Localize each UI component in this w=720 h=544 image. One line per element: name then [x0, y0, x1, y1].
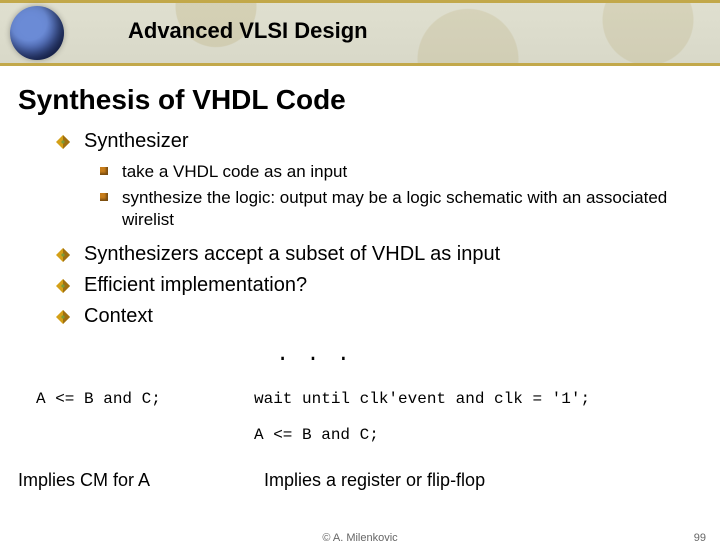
bullet-text: Synthesizer [84, 130, 189, 152]
footer-author: © A. Milenkovic [322, 532, 397, 544]
subbullet-synth-logic: synthesize the logic: output may be a lo… [40, 187, 690, 231]
globe-icon [10, 6, 64, 60]
bullet-text: Context [84, 305, 153, 327]
bullet-efficient: Efficient implementation? [40, 274, 690, 297]
bullet-synthesizer: Synthesizer [40, 130, 690, 153]
code-right-assignment: A <= B and C; [254, 426, 379, 444]
diamond-bullet-icon [56, 310, 70, 324]
diamond-bullet-icon [56, 279, 70, 293]
code-ellipsis: . . . [276, 342, 352, 367]
header-band: Advanced VLSI Design [0, 0, 720, 66]
bullet-context: Context [40, 305, 690, 328]
square-bullet-icon [100, 167, 108, 175]
bullet-text: Efficient implementation? [84, 274, 307, 296]
course-title: Advanced VLSI Design [128, 18, 368, 44]
diamond-bullet-icon [56, 135, 70, 149]
content-area: Synthesizer take a VHDL code as an input… [40, 130, 690, 336]
subbullet-text: synthesize the logic: output may be a lo… [122, 188, 667, 229]
diamond-bullet-icon [56, 248, 70, 262]
subbullet-text: take a VHDL code as an input [122, 162, 347, 181]
slide-title: Synthesis of VHDL Code [18, 84, 346, 116]
subbullet-input: take a VHDL code as an input [40, 161, 690, 183]
header-rule-top [0, 0, 720, 3]
bullet-text: Synthesizers accept a subset of VHDL as … [84, 243, 500, 265]
code-left-assignment: A <= B and C; [36, 390, 161, 408]
implication-left: Implies CM for A [18, 470, 150, 491]
implication-right: Implies a register or flip-flop [264, 470, 485, 491]
bullet-subset: Synthesizers accept a subset of VHDL as … [40, 243, 690, 266]
footer-page-number: 99 [694, 532, 706, 544]
square-bullet-icon [100, 193, 108, 201]
header-rule-bottom [0, 63, 720, 66]
code-right-wait: wait until clk'event and clk = '1'; [254, 390, 590, 408]
